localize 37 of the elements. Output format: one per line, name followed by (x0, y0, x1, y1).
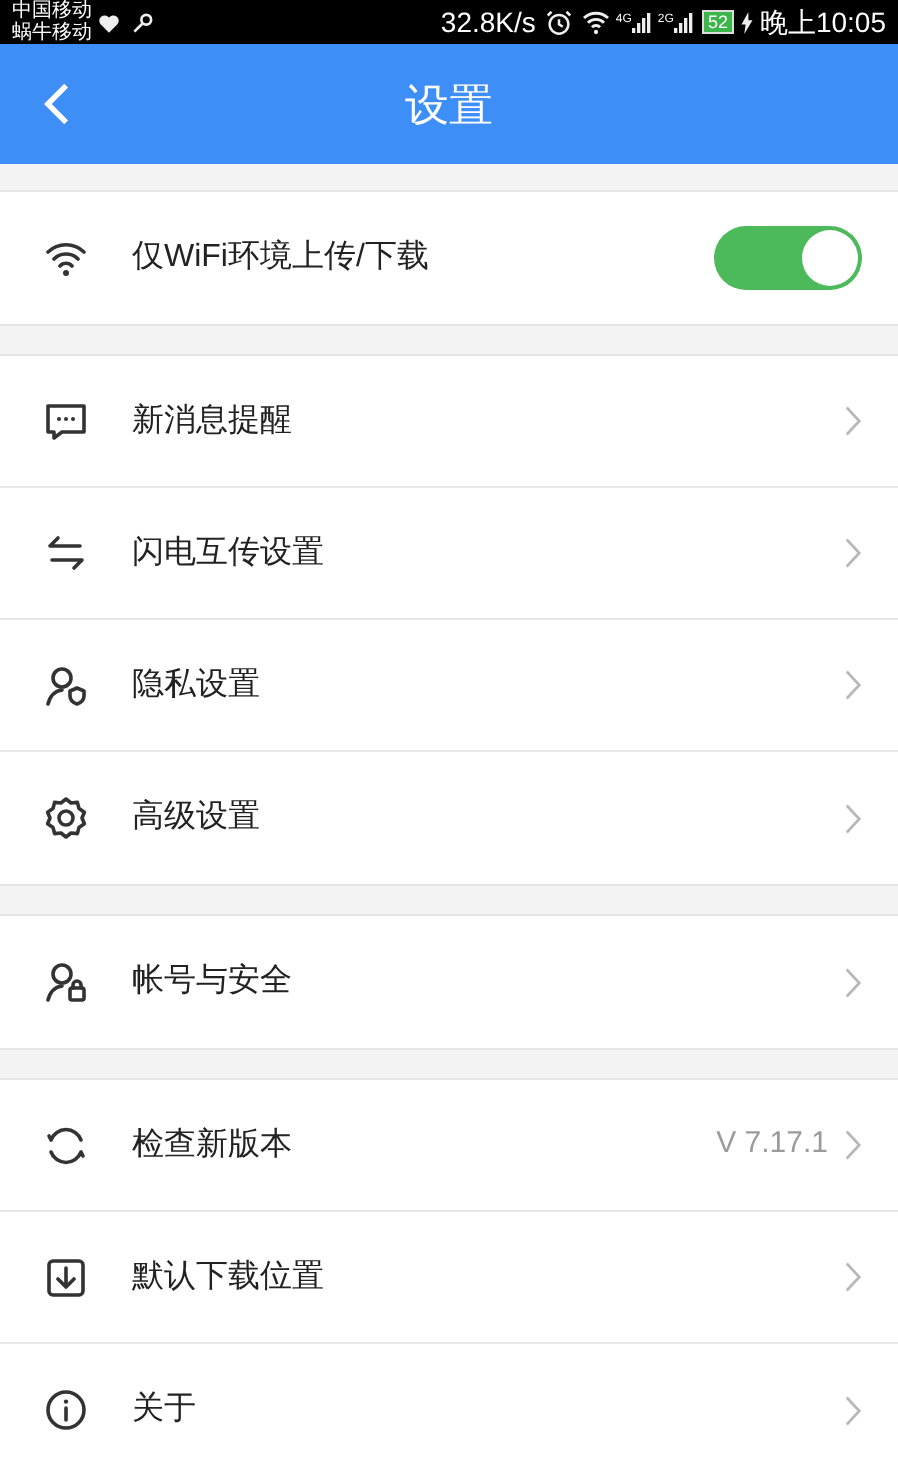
setting-label: 闪电互传设置 (132, 533, 326, 573)
setting-label: 高级设置 (132, 797, 262, 838)
chevron-right-icon (844, 668, 862, 702)
chevron-right-icon (844, 1260, 862, 1294)
chevron-right-icon (844, 1393, 862, 1427)
signal-icon (631, 11, 652, 33)
carrier-name: 蜗牛移动 (12, 22, 92, 44)
setting-label: 关于 (132, 1389, 198, 1430)
gear-icon (42, 794, 90, 842)
signal-icon (673, 11, 694, 33)
download-icon (42, 1253, 90, 1301)
chevron-right-icon (844, 404, 862, 438)
setting-label: 检查新版本 (132, 1125, 294, 1165)
setting-label: 帐号与安全 (132, 961, 294, 1002)
setting-label: 隐私设置 (132, 665, 262, 705)
charging-icon (739, 11, 754, 33)
setting-label: 默认下载位置 (132, 1257, 326, 1297)
wifi-icon (579, 6, 612, 38)
chevron-right-icon (844, 536, 862, 570)
setting-label: 仅WiFi环境上传/下载 (132, 237, 431, 278)
chevron-right-icon (844, 801, 862, 835)
toggle-switch[interactable] (714, 226, 862, 290)
carrier-name: 中国移动 (12, 0, 92, 22)
person-lock-icon (42, 958, 90, 1006)
key-icon (130, 9, 156, 35)
alarm-icon (543, 7, 574, 37)
setting-label: 新消息提醒 (132, 401, 294, 441)
page-title: 设置 (405, 77, 493, 133)
chevron-right-icon (844, 1128, 862, 1162)
battery-indicator: 52 (701, 10, 734, 34)
info-icon (42, 1386, 90, 1434)
heart-icon (96, 9, 122, 35)
clock-time: 晚上10:05 (759, 3, 886, 41)
version-text: V 7.17.1 (716, 1124, 828, 1165)
network-speed: 32.8K/s (440, 3, 536, 41)
person-shield-icon (42, 661, 90, 709)
chevron-right-icon (844, 965, 862, 999)
